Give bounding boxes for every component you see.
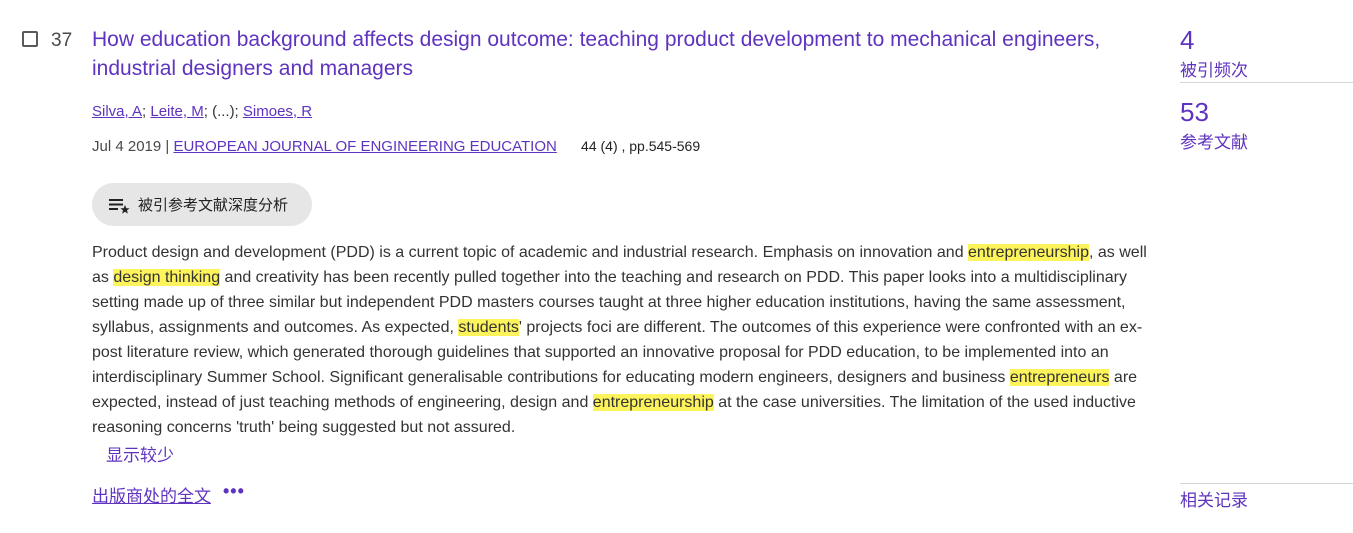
record-number: 37	[51, 30, 73, 51]
citation-analysis-button[interactable]: 被引参考文献深度分析	[92, 183, 312, 226]
highlighted-keyword: entrepreneurship	[968, 244, 1089, 261]
list-star-icon	[109, 198, 130, 214]
highlighted-keyword: entrepreneurship	[592, 394, 714, 411]
abstract-segment: Product design and development (PDD) is …	[92, 244, 969, 261]
author-link[interactable]: Silva, A	[92, 103, 142, 120]
related-records-link[interactable]: 相关记录	[1180, 486, 1248, 511]
times-cited-count[interactable]: 4	[1180, 25, 1194, 56]
citation-analysis-label: 被引参考文献深度分析	[138, 197, 289, 214]
metrics-divider	[1180, 82, 1353, 83]
highlighted-keyword: students	[458, 319, 519, 336]
author-link[interactable]: Simoes, R	[243, 103, 312, 120]
references-count[interactable]: 53	[1180, 97, 1209, 128]
highlighted-keyword: entrepreneurs	[1009, 369, 1110, 386]
date-separator: |	[161, 138, 174, 155]
volume-pages: 44 (4) , pp.545-569	[581, 138, 701, 154]
highlighted-keyword: design thinking	[113, 269, 221, 286]
author-link[interactable]: Leite, M	[150, 103, 203, 120]
times-cited-label[interactable]: 被引频次	[1180, 56, 1248, 81]
related-divider	[1180, 483, 1353, 484]
abstract-text: Product design and development (PDD) is …	[92, 240, 1162, 440]
journal-link[interactable]: EUROPEAN JOURNAL OF ENGINEERING EDUCATIO…	[173, 138, 556, 155]
authors-ellipsis[interactable]: ; (...);	[204, 103, 243, 120]
show-less-link[interactable]: 显示较少	[106, 441, 174, 466]
publisher-full-text-link[interactable]: 出版商处的全文	[92, 482, 211, 507]
publication-info: Jul 4 2019 | EUROPEAN JOURNAL OF ENGINEE…	[92, 138, 700, 155]
more-dots-icon[interactable]: •••	[223, 481, 245, 502]
record-title-link[interactable]: How education background affects design …	[92, 25, 1132, 83]
publication-date: Jul 4 2019	[92, 138, 162, 155]
references-label[interactable]: 参考文献	[1180, 128, 1248, 153]
authors-line: Silva, A; Leite, M; (...); Simoes, R	[92, 103, 312, 120]
select-record-checkbox[interactable]	[22, 31, 38, 47]
